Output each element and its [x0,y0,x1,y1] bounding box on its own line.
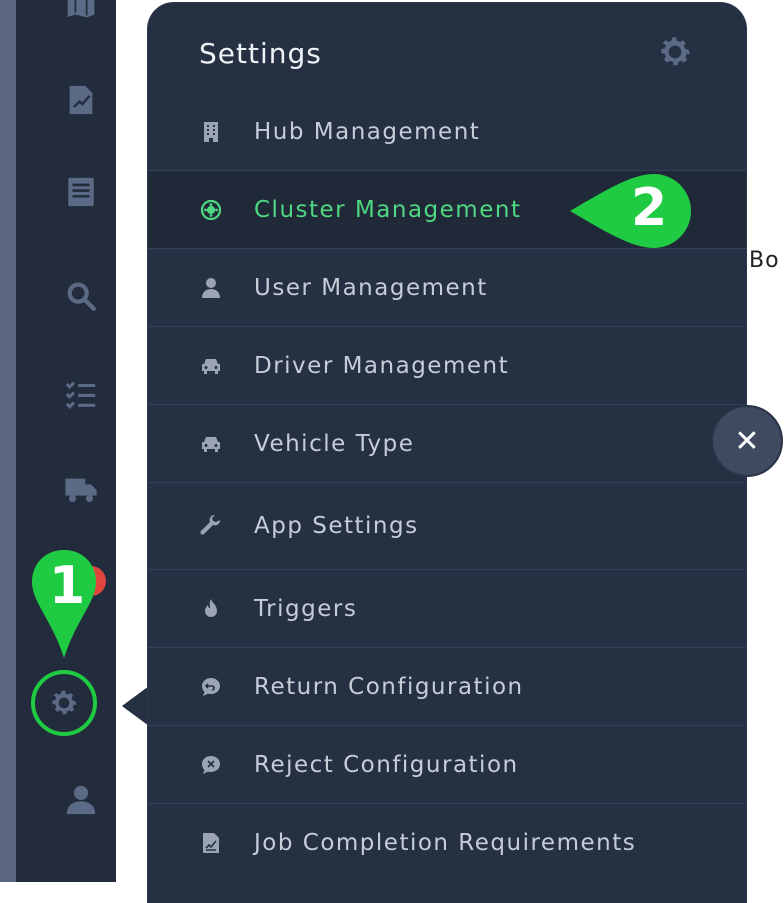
user-icon[interactable] [63,782,99,818]
reject-chat-icon [198,752,224,778]
car-icon [198,431,224,457]
panel-title: Settings [199,37,322,70]
checklist-icon[interactable] [63,376,99,412]
menu-item-label: Cluster Management [254,196,522,223]
background-partial-text: Bo [749,248,780,273]
menu-item-label: Triggers [254,595,358,622]
menu-item-label: User Management [254,274,488,301]
menu-item-reject-configuration[interactable]: Reject Configuration [148,726,746,804]
settings-gear-icon[interactable] [31,670,97,736]
return-chat-icon [198,674,224,700]
search-icon[interactable] [63,278,99,314]
menu-item-user-management[interactable]: User Management [148,249,746,327]
menu-item-label: App Settings [254,513,419,539]
menu-item-app-settings[interactable]: App Settings [148,483,746,570]
cluster-icon [198,197,224,223]
window-edge [0,0,16,882]
menu-item-job-completion-requirements[interactable]: Job Completion Requirements [148,804,746,881]
fire-icon [198,596,224,622]
edit-document-icon[interactable] [63,82,99,118]
sidebar [16,0,116,882]
close-button[interactable]: ✕ [711,405,783,477]
settings-gear-icon[interactable] [656,33,694,71]
menu-item-label: Vehicle Type [254,430,415,457]
menu-item-label: Hub Management [254,118,481,145]
wrench-icon [198,513,224,539]
car-icon [198,353,224,379]
map-icon[interactable] [63,0,99,22]
panel-pointer [122,686,149,726]
menu-item-label: Return Configuration [254,673,524,700]
menu-item-triggers[interactable]: Triggers [148,570,746,648]
menu-item-label: Reject Configuration [254,751,519,778]
signature-document-icon [198,830,224,856]
list-document-icon[interactable] [63,174,99,210]
user-icon [198,275,224,301]
settings-panel: Settings Hub Management Cluster Manageme… [148,3,746,903]
menu-item-hub-management[interactable]: Hub Management [148,93,746,171]
menu-item-vehicle-type[interactable]: Vehicle Type [148,405,746,483]
menu-item-driver-management[interactable]: Driver Management [148,327,746,405]
menu-item-return-configuration[interactable]: Return Configuration [148,648,746,726]
menu-item-label: Driver Management [254,352,510,379]
truck-icon[interactable] [63,472,99,508]
step-2-number: 2 [631,178,668,238]
building-icon [198,119,224,145]
menu-item-label: Job Completion Requirements [254,829,637,856]
step-1-number: 1 [49,556,86,616]
close-icon: ✕ [734,423,760,459]
